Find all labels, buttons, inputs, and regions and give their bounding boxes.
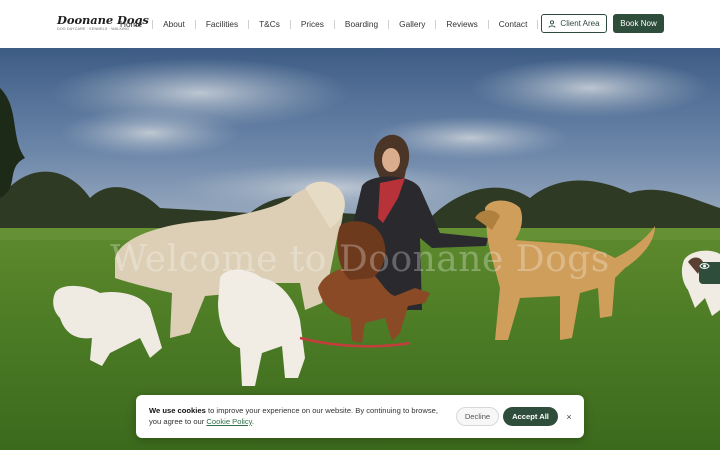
nav-boarding[interactable]: Boarding	[345, 19, 378, 29]
nav-divider	[537, 19, 539, 29]
nav-about[interactable]: About	[163, 19, 185, 29]
eye-icon	[699, 263, 710, 269]
nav-home[interactable]: Home	[120, 19, 142, 29]
nav-divider	[333, 19, 335, 29]
main-nav: Home About Facilities T&Cs Prices Boardi…	[120, 17, 548, 31]
client-area-label: Client Area	[560, 19, 600, 28]
nav-contact[interactable]: Contact	[499, 19, 528, 29]
close-icon[interactable]: ×	[562, 407, 576, 426]
cookie-end: .	[251, 417, 254, 426]
cookie-message: We use cookies to improve your experienc…	[149, 405, 449, 427]
accept-all-button[interactable]: Accept All	[503, 407, 558, 426]
nav-terms[interactable]: T&Cs	[259, 19, 280, 29]
client-area-button[interactable]: Client Area	[541, 14, 607, 33]
decline-button[interactable]: Decline	[456, 407, 499, 426]
cookie-banner: We use cookies to improve your experienc…	[136, 395, 584, 438]
nav-divider	[194, 19, 196, 29]
cookie-title: We use cookies	[149, 406, 206, 415]
nav-divider	[435, 19, 437, 29]
logo-name: Doonane Dogs	[57, 13, 149, 27]
nav-prices[interactable]: Prices	[301, 19, 324, 29]
site-logo[interactable]: Doonane Dogs DOG DAYCARE · KENNELS · WAL…	[57, 13, 149, 32]
cookie-policy-link[interactable]: Cookie Policy	[206, 417, 251, 426]
nav-facilities[interactable]: Facilities	[206, 19, 238, 29]
nav-reviews[interactable]: Reviews	[446, 19, 477, 29]
hero-section: Welcome to Doonane Dogs	[0, 48, 720, 450]
nav-gallery[interactable]: Gallery	[399, 19, 425, 29]
nav-divider	[487, 19, 489, 29]
nav-divider	[152, 19, 154, 29]
nav-divider	[248, 19, 250, 29]
logo-tagline: DOG DAYCARE · KENNELS · WALKING	[57, 27, 130, 31]
nav-divider	[289, 19, 291, 29]
accessibility-button[interactable]	[699, 262, 720, 284]
hero-title: Welcome to Doonane Dogs	[110, 239, 610, 280]
book-now-button[interactable]: Book Now	[613, 14, 664, 33]
nav-divider	[388, 19, 390, 29]
user-icon	[548, 19, 556, 28]
site-header: Doonane Dogs DOG DAYCARE · KENNELS · WAL…	[0, 0, 720, 48]
